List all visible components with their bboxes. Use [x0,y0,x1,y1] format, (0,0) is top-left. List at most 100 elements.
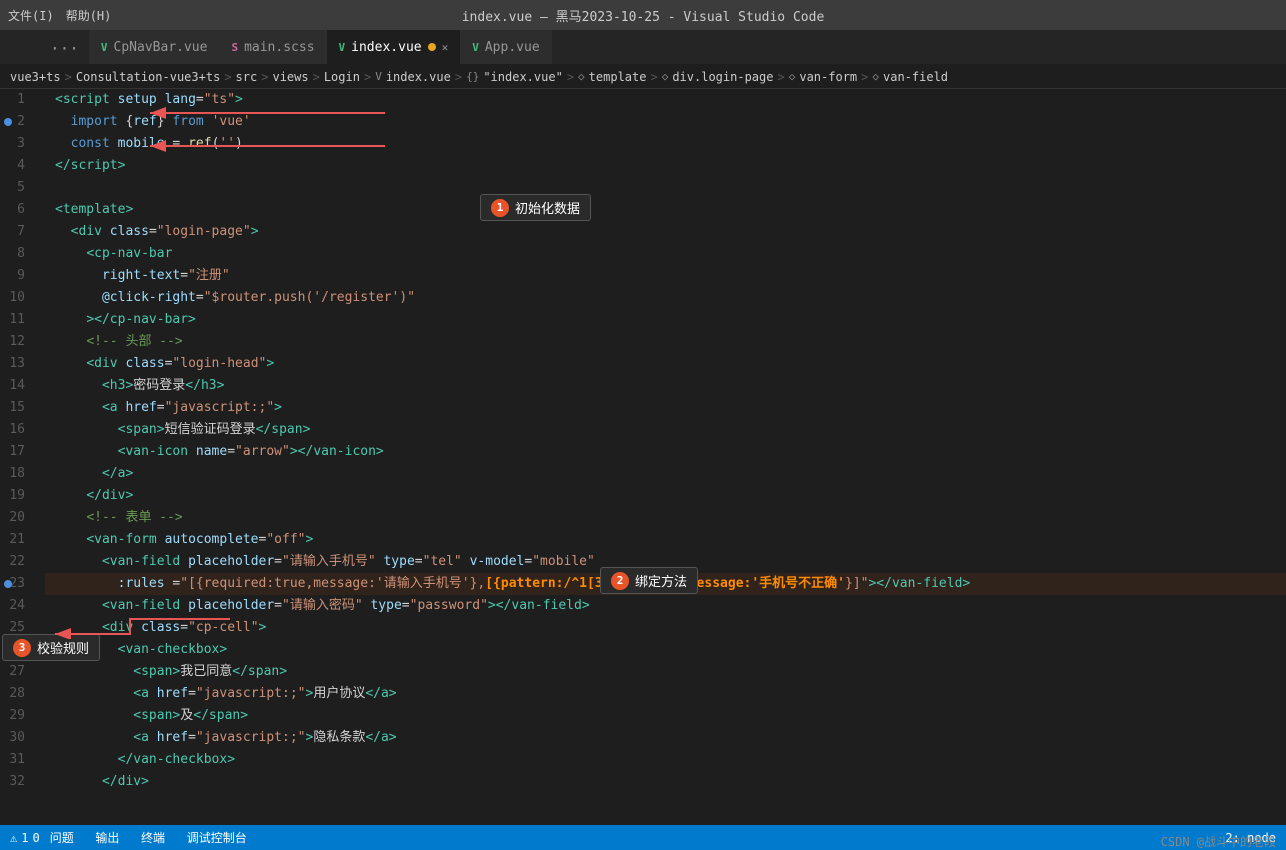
code-line[interactable]: const mobile = ref('') [45,133,1286,155]
bc-template[interactable]: template [589,70,647,84]
code-line[interactable]: <div class="login-page"> [45,221,1286,243]
code-editor[interactable]: <script setup lang="ts"> import {ref} fr… [45,89,1286,825]
code-line[interactable]: <a href="javascript:;">用户协议</a> [45,683,1286,705]
bc-views[interactable]: views [272,70,308,84]
bc-indexvue-scope[interactable]: "index.vue" [483,70,562,84]
tab-label-mainscss: main.scss [244,40,314,55]
line-number: 1 [17,92,25,107]
line-number: 8 [17,246,25,261]
breadcrumb: vue3+ts > Consultation-vue3+ts > src > v… [0,65,1286,89]
code-line[interactable]: :rules ="[{required:true,message:'请输入手机号… [45,573,1286,595]
status-left: ⚠ 1 0 问题 输出 终端 调试控制台 [10,829,247,846]
bc-login[interactable]: Login [324,70,360,84]
code-line[interactable]: <a href="javascript:;"> [45,397,1286,419]
code-line[interactable]: <a href="javascript:;">隐私条款</a> [45,727,1286,749]
code-line[interactable]: </script> [45,155,1286,177]
code-line[interactable]: right-text="注册" [45,265,1286,287]
code-line[interactable]: <script setup lang="ts"> [45,89,1286,111]
code-line[interactable]: <!-- 表单 --> [45,507,1286,529]
line-number: 20 [9,510,25,525]
line-number: 6 [17,202,25,217]
line-number: 3 [17,136,25,151]
line-number: 16 [9,422,25,437]
breakpoint-dot [4,580,12,588]
line-number: 24 [9,598,25,613]
status-bar: ⚠ 1 0 问题 输出 终端 调试控制台 2: node [0,825,1286,850]
tab-label-cpnavbar: CpNavBar.vue [114,40,208,55]
line-number: 14 [9,378,25,393]
tab-mainscss[interactable]: S main.scss [219,29,326,64]
code-line[interactable]: <template> [45,199,1286,221]
line-number: 29 [9,708,25,723]
error-num: 1 [21,831,28,845]
vue-icon-app: V [472,41,479,54]
code-line[interactable]: <!-- 头部 --> [45,331,1286,353]
window-title: index.vue — 黑马2023-10-25 - Visual Studio… [462,6,825,25]
menu-bar[interactable]: 文件(I) 帮助(H) [8,7,111,24]
line-number: 17 [9,444,25,459]
editor-container: 1234567891011121314151617181920212223242… [0,89,1286,825]
node-version: 2: node [1225,831,1276,845]
code-line[interactable]: <span>短信验证码登录</span> [45,419,1286,441]
vue-icon-active: V [339,41,346,54]
line-number: 13 [9,356,25,371]
menu-file[interactable]: 文件(I) [8,7,54,24]
code-line[interactable]: ></cp-nav-bar> [45,309,1286,331]
code-line[interactable]: <van-checkbox> [45,639,1286,661]
code-line[interactable]: <van-field placeholder="请输入手机号" type="te… [45,551,1286,573]
code-line[interactable]: <span>我已同意</span> [45,661,1286,683]
line-number: 21 [9,532,25,547]
line-number: 5 [17,180,25,195]
line-number: 4 [17,158,25,173]
line-number: 30 [9,730,25,745]
line-number: 22 [9,554,25,569]
tab-bar: ··· V CpNavBar.vue S main.scss V index.v… [0,30,1286,65]
code-line[interactable]: <van-field placeholder="请输入密码" type="pas… [45,595,1286,617]
line-number: 19 [9,488,25,503]
code-line[interactable]: </a> [45,463,1286,485]
bc-indexvue[interactable]: index.vue [386,70,451,84]
line-number: 2 [17,114,25,129]
bc-van-field[interactable]: van-field [883,70,948,84]
tab-close-icon[interactable]: ✕ [442,41,449,54]
bc-consultation[interactable]: Consultation-vue3+ts [76,70,221,84]
tab-appvue[interactable]: V App.vue [460,29,551,64]
tab-more-button[interactable]: ··· [40,33,89,64]
line-number: 11 [9,312,25,327]
code-line[interactable]: @click-right="$router.push('/register')" [45,287,1286,309]
code-line[interactable]: <h3>密码登录</h3> [45,375,1286,397]
tab-label-indexvue: index.vue [351,40,421,55]
code-line[interactable]: import {ref} from 'vue' [45,111,1286,133]
line-number: 10 [9,290,25,305]
line-number: 7 [17,224,25,239]
tab-cpnavbar[interactable]: V CpNavBar.vue [89,29,220,64]
line-number: 31 [9,752,25,767]
vue-icon: V [101,41,108,54]
code-line[interactable]: <cp-nav-bar [45,243,1286,265]
scss-icon: S [231,41,238,54]
code-line[interactable]: </van-checkbox> [45,749,1286,771]
line-number: 15 [9,400,25,415]
code-line[interactable]: <van-form autocomplete="off"> [45,529,1286,551]
code-line[interactable]: <div class="cp-cell"> [45,617,1286,639]
warning-num: 0 [32,831,39,845]
bc-src[interactable]: src [236,70,258,84]
code-line[interactable]: <span>及</span> [45,705,1286,727]
title-bar: 文件(I) 帮助(H) index.vue — 黑马2023-10-25 - V… [0,0,1286,30]
code-line[interactable] [45,177,1286,199]
menu-help[interactable]: 帮助(H) [66,7,112,24]
line-number: 26 [9,642,25,657]
code-line[interactable]: </div> [45,771,1286,793]
bc-div-login-page[interactable]: div.login-page [672,70,773,84]
bc-van-form[interactable]: van-form [799,70,857,84]
status-terms: 问题 输出 终端 调试控制台 [50,829,247,846]
code-line[interactable]: </div> [45,485,1286,507]
code-line[interactable]: <div class="login-head"> [45,353,1286,375]
code-line[interactable]: <van-icon name="arrow"></van-icon> [45,441,1286,463]
line-numbers-gutter: 1234567891011121314151617181920212223242… [0,89,45,825]
tab-indexvue[interactable]: V index.vue ✕ [327,29,461,64]
line-number: 9 [17,268,25,283]
tab-label-appvue: App.vue [485,40,540,55]
line-number: 12 [9,334,25,349]
bc-vue3ts[interactable]: vue3+ts [10,70,61,84]
